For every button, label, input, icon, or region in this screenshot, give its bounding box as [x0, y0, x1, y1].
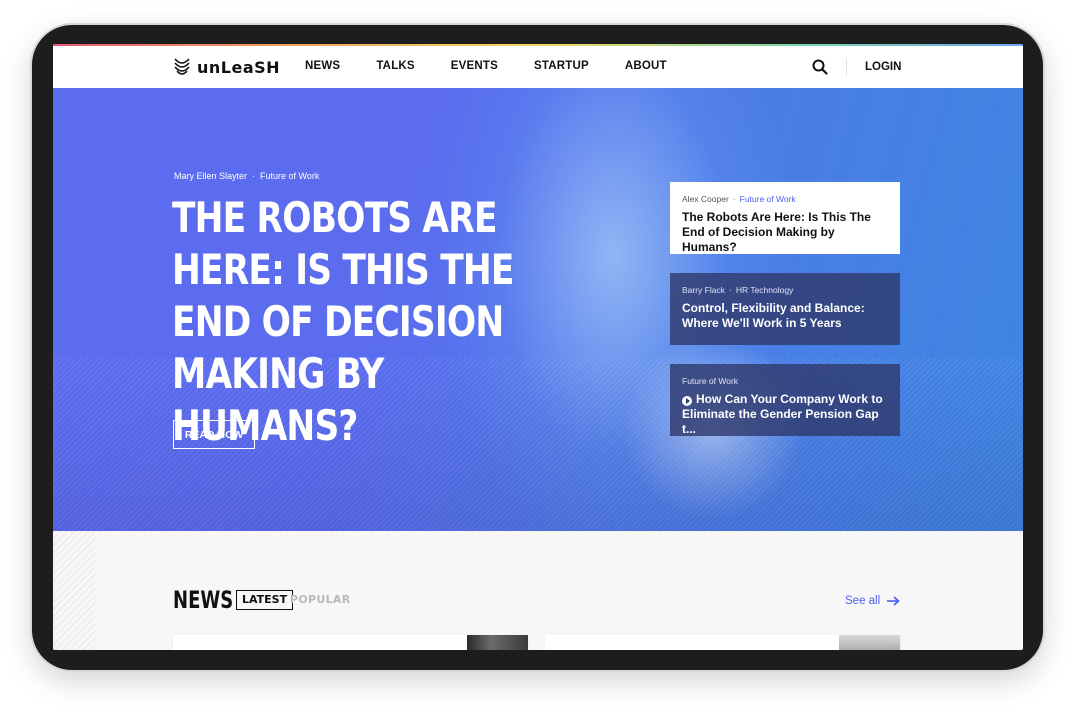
see-all-label: See all	[845, 595, 881, 607]
nav-divider	[846, 58, 847, 76]
nav-item-startup[interactable]: STARTUP	[534, 60, 589, 72]
card-category[interactable]: HR Technology	[736, 285, 794, 295]
nav-item-news[interactable]: NEWS	[305, 60, 340, 72]
card-title: Control, Flexibility and Balance: Where …	[682, 301, 865, 330]
hero-headline[interactable]: THE ROBOTS ARE HERE: IS THIS THE END OF …	[172, 192, 516, 452]
browser-screen: unLeaSH NEWS TALKS EVENTS STARTUP ABOUT …	[53, 44, 1023, 650]
card-title-row: How Can Your Company Work to Eliminate t…	[682, 392, 888, 437]
read-now-button[interactable]: READ NOW	[173, 420, 255, 449]
card-meta: Future of Work	[682, 376, 888, 386]
news-card-1[interactable]	[173, 635, 528, 650]
news-card-thumbnail	[467, 635, 528, 650]
news-card-thumbnail	[839, 635, 900, 650]
top-navigation: unLeaSH NEWS TALKS EVENTS STARTUP ABOUT …	[53, 46, 1023, 88]
hero-byline: Mary Ellen Slayter · Future of Work	[174, 171, 319, 181]
card-title: The Robots Are Here: Is This The End of …	[682, 210, 871, 254]
card-category[interactable]: Future of Work	[682, 376, 738, 386]
featured-card-3[interactable]: Future of Work How Can Your Company Work…	[670, 364, 900, 436]
card-meta: Barry Flack · HR Technology	[682, 285, 888, 295]
card-author: Alex Cooper	[682, 194, 729, 204]
hero-category[interactable]: Future of Work	[260, 171, 319, 181]
featured-card-1[interactable]: Alex Cooper · Future of Work The Robots …	[670, 182, 900, 254]
card-meta-separator: ·	[732, 194, 736, 204]
news-heading: NEWS	[173, 586, 234, 614]
search-icon[interactable]	[811, 58, 829, 76]
logo[interactable]: unLeaSH	[173, 57, 280, 77]
nav-item-about[interactable]: ABOUT	[625, 60, 667, 72]
news-card-2[interactable]	[545, 635, 900, 650]
tab-popular[interactable]: POPULAR	[290, 593, 351, 606]
tab-latest[interactable]: LATEST	[236, 590, 294, 610]
card-meta: Alex Cooper · Future of Work	[682, 194, 888, 204]
arrow-right-icon	[887, 596, 900, 606]
hero-section: Mary Ellen Slayter · Future of Work THE …	[53, 88, 1023, 531]
byline-separator: ·	[252, 171, 256, 181]
side-hatch-decoration	[53, 531, 95, 650]
logo-text: unLeaSH	[197, 57, 281, 77]
news-section: NEWS LATEST POPULAR See all	[53, 531, 1023, 650]
card-title: How Can Your Company Work to Eliminate t…	[682, 392, 883, 436]
nav-item-events[interactable]: EVENTS	[451, 60, 498, 72]
card-category[interactable]: Future of Work	[740, 194, 796, 204]
nav-item-talks[interactable]: TALKS	[376, 60, 414, 72]
featured-card-2[interactable]: Barry Flack · HR Technology Control, Fle…	[670, 273, 900, 345]
see-all-link[interactable]: See all	[845, 595, 900, 607]
main-menu: NEWS TALKS EVENTS STARTUP ABOUT	[305, 60, 703, 72]
logo-icon	[174, 58, 190, 75]
card-author: Barry Flack	[682, 285, 725, 295]
hero-author[interactable]: Mary Ellen Slayter	[174, 171, 247, 181]
login-link[interactable]: LOGIN	[865, 61, 901, 73]
play-icon	[682, 396, 692, 406]
card-meta-separator: ·	[728, 285, 732, 295]
